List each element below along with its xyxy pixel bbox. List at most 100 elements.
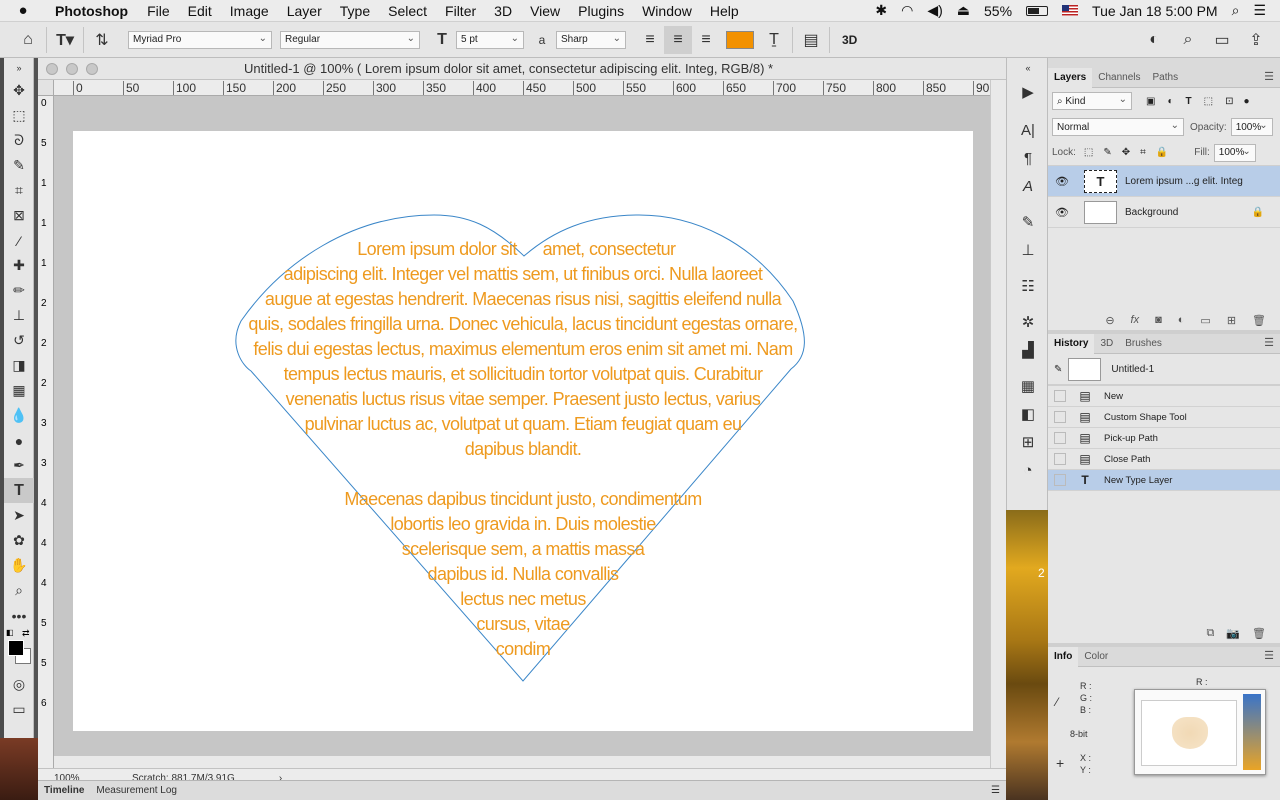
new-layer-icon[interactable]: ⊞ xyxy=(1227,314,1236,327)
glyphs-icon[interactable]: A xyxy=(1007,172,1049,200)
font-style-select[interactable]: Regular ⌄ xyxy=(280,30,420,49)
history-item[interactable]: ▤ Pick-up Path xyxy=(1048,428,1280,449)
apple-icon[interactable]: ● xyxy=(0,2,46,19)
wifi-icon[interactable]: ◠ xyxy=(901,2,913,19)
volume-icon[interactable]: ◀) xyxy=(927,2,942,19)
brush-tool-icon[interactable]: ✏ xyxy=(4,278,34,303)
filter-shape-icon[interactable]: ⬚ xyxy=(1204,96,1213,107)
history-checkbox[interactable] xyxy=(1054,390,1066,402)
properties-icon[interactable]: ☷ xyxy=(1007,272,1049,300)
camera-snapshot-icon[interactable]: 📷 xyxy=(1226,627,1240,640)
menu-image[interactable]: Image xyxy=(221,0,278,22)
history-checkbox[interactable] xyxy=(1054,411,1066,423)
tab-info[interactable]: Info xyxy=(1048,646,1079,667)
tab-paths[interactable]: Paths xyxy=(1147,68,1185,88)
menu-filter[interactable]: Filter xyxy=(436,0,485,22)
lock-position-icon[interactable]: ✥ xyxy=(1122,147,1130,158)
move-tool-icon[interactable]: ✥ xyxy=(4,78,34,103)
tab-color[interactable]: Color xyxy=(1078,647,1114,667)
panel-collapse-bar[interactable] xyxy=(1048,58,1280,68)
pen-tool-icon[interactable]: ✒ xyxy=(4,453,34,478)
tab-layers[interactable]: Layers xyxy=(1048,67,1093,88)
menu-select[interactable]: Select xyxy=(379,0,436,22)
panel-menu-icon[interactable]: ☰ xyxy=(1264,336,1274,349)
panel-menu-icon[interactable]: ☰ xyxy=(1264,649,1274,662)
delete-layer-icon[interactable]: 🗑 xyxy=(1252,314,1266,327)
workspace-icon[interactable]: ▭ xyxy=(1208,26,1236,54)
horizontal-scrollbar[interactable] xyxy=(54,756,990,768)
eyedropper-tool-icon[interactable]: ⁄ xyxy=(4,228,34,253)
menu-help[interactable]: Help xyxy=(701,0,748,22)
eyedropper-icon[interactable]: ⁄ xyxy=(1056,695,1058,709)
swatches-icon[interactable]: ▦ xyxy=(1007,372,1049,400)
layer-row-background[interactable]: 👁 Background 🔒 xyxy=(1048,197,1280,228)
edit-toolbar-icon[interactable]: ••• xyxy=(4,603,34,628)
foreground-color-swatch[interactable] xyxy=(8,640,24,656)
history-checkbox[interactable] xyxy=(1054,432,1066,444)
histogram-icon[interactable]: ▟ xyxy=(1007,336,1049,364)
eye-icon[interactable]: 👁 xyxy=(1048,175,1076,188)
share-search-icon[interactable]: ◐ xyxy=(1140,26,1168,54)
zoom-window-icon[interactable] xyxy=(86,62,98,75)
font-size-select[interactable]: 5 pt ⌄ xyxy=(456,30,524,49)
patterns-icon[interactable]: ⊞ xyxy=(1007,428,1049,456)
notification-center-icon[interactable]: ☰ xyxy=(1253,2,1266,19)
menu-layer[interactable]: Layer xyxy=(278,0,331,22)
add-mask-icon[interactable]: ◙ xyxy=(1155,314,1162,326)
spotlight-search-icon[interactable]: ⌕ xyxy=(1232,2,1240,19)
link-layers-icon[interactable]: ⊖ xyxy=(1105,314,1114,327)
history-brush-tool-icon[interactable]: ↺ xyxy=(4,328,34,353)
eject-icon[interactable]: ⏏ xyxy=(957,2,970,19)
screen-mode-icon[interactable]: ▭ xyxy=(4,697,34,722)
battery-icon[interactable] xyxy=(1026,5,1049,16)
opacity-field[interactable]: 100% ⌄ xyxy=(1230,118,1273,136)
close-window-icon[interactable] xyxy=(46,62,58,75)
swap-colors-icon[interactable]: ⇄ xyxy=(22,628,30,639)
new-adjustment-layer-icon[interactable]: ◐ xyxy=(1178,314,1185,326)
layer-name[interactable]: Lorem ipsum ...g elit. Integ xyxy=(1125,176,1243,187)
share-icon[interactable]: ⇪ xyxy=(1242,26,1270,54)
menu-3d[interactable]: 3D xyxy=(485,0,521,22)
history-item[interactable]: ▤ Close Path xyxy=(1048,449,1280,470)
new-document-from-state-icon[interactable]: ⧉ xyxy=(1206,627,1214,640)
new-group-icon[interactable]: ▭ xyxy=(1200,314,1210,327)
battery-percent[interactable]: 55% xyxy=(984,3,1012,19)
path-selection-tool-icon[interactable]: ➤ xyxy=(4,503,34,528)
blur-tool-icon[interactable]: 💧 xyxy=(4,403,34,428)
align-left-icon[interactable]: ≡ xyxy=(636,26,664,54)
filter-toggle-icon[interactable]: ● xyxy=(1243,96,1249,107)
adjustments-icon[interactable]: ◔ xyxy=(1007,456,1049,484)
play-action-icon[interactable]: ▶ xyxy=(1007,78,1049,106)
layer-style-icon[interactable]: fx xyxy=(1131,314,1140,326)
menu-edit[interactable]: Edit xyxy=(179,0,221,22)
text-color-swatch[interactable] xyxy=(726,30,754,49)
menu-view[interactable]: View xyxy=(521,0,569,22)
vertical-scrollbar[interactable] xyxy=(990,80,1006,768)
filter-adjustment-icon[interactable]: ◐ xyxy=(1167,96,1173,107)
align-center-icon[interactable]: ≡ xyxy=(664,25,692,54)
lock-transparent-icon[interactable]: ⬚ xyxy=(1084,147,1093,158)
3d-button[interactable]: 3D xyxy=(834,33,865,47)
history-checkbox[interactable] xyxy=(1054,474,1066,486)
menu-file[interactable]: File xyxy=(138,0,179,22)
layer-name[interactable]: Background xyxy=(1125,207,1178,218)
tab-channels[interactable]: Channels xyxy=(1092,68,1146,88)
eraser-tool-icon[interactable]: ◨ xyxy=(4,353,34,378)
tab-measurement-log[interactable]: Measurement Log xyxy=(90,785,183,796)
canvas-area[interactable]: Lorem ipsum dolor sit amet, consectetur ad… xyxy=(54,96,990,768)
filter-smart-object-icon[interactable]: ⊡ xyxy=(1225,96,1233,107)
clone-source-icon[interactable]: ⊥ xyxy=(1007,236,1049,264)
collapse-toolbar-icon[interactable]: » xyxy=(4,58,34,78)
history-checkbox[interactable] xyxy=(1054,453,1066,465)
layer-filter-kind-select[interactable]: ⌕ Kind ⌄ xyxy=(1052,92,1132,110)
blend-mode-select[interactable]: Normal ⌄ xyxy=(1052,118,1184,136)
eye-icon[interactable]: 👁 xyxy=(1048,206,1076,219)
character-panel-icon[interactable]: ▤ xyxy=(797,26,825,54)
clone-stamp-tool-icon[interactable]: ⊥ xyxy=(4,303,34,328)
clock[interactable]: Tue Jan 18 5:00 PM xyxy=(1092,3,1218,19)
toggle-text-orientation-icon[interactable]: ⇅ xyxy=(88,26,116,54)
horizontal-ruler[interactable]: 0 50 100 150 200 250 300 350 400 450 500 550 600 650 7… xyxy=(54,80,990,96)
character-icon[interactable]: A| xyxy=(1007,116,1049,144)
home-icon[interactable]: ⌂ xyxy=(14,26,42,54)
navigator-icon[interactable]: ✲ xyxy=(1007,308,1049,336)
